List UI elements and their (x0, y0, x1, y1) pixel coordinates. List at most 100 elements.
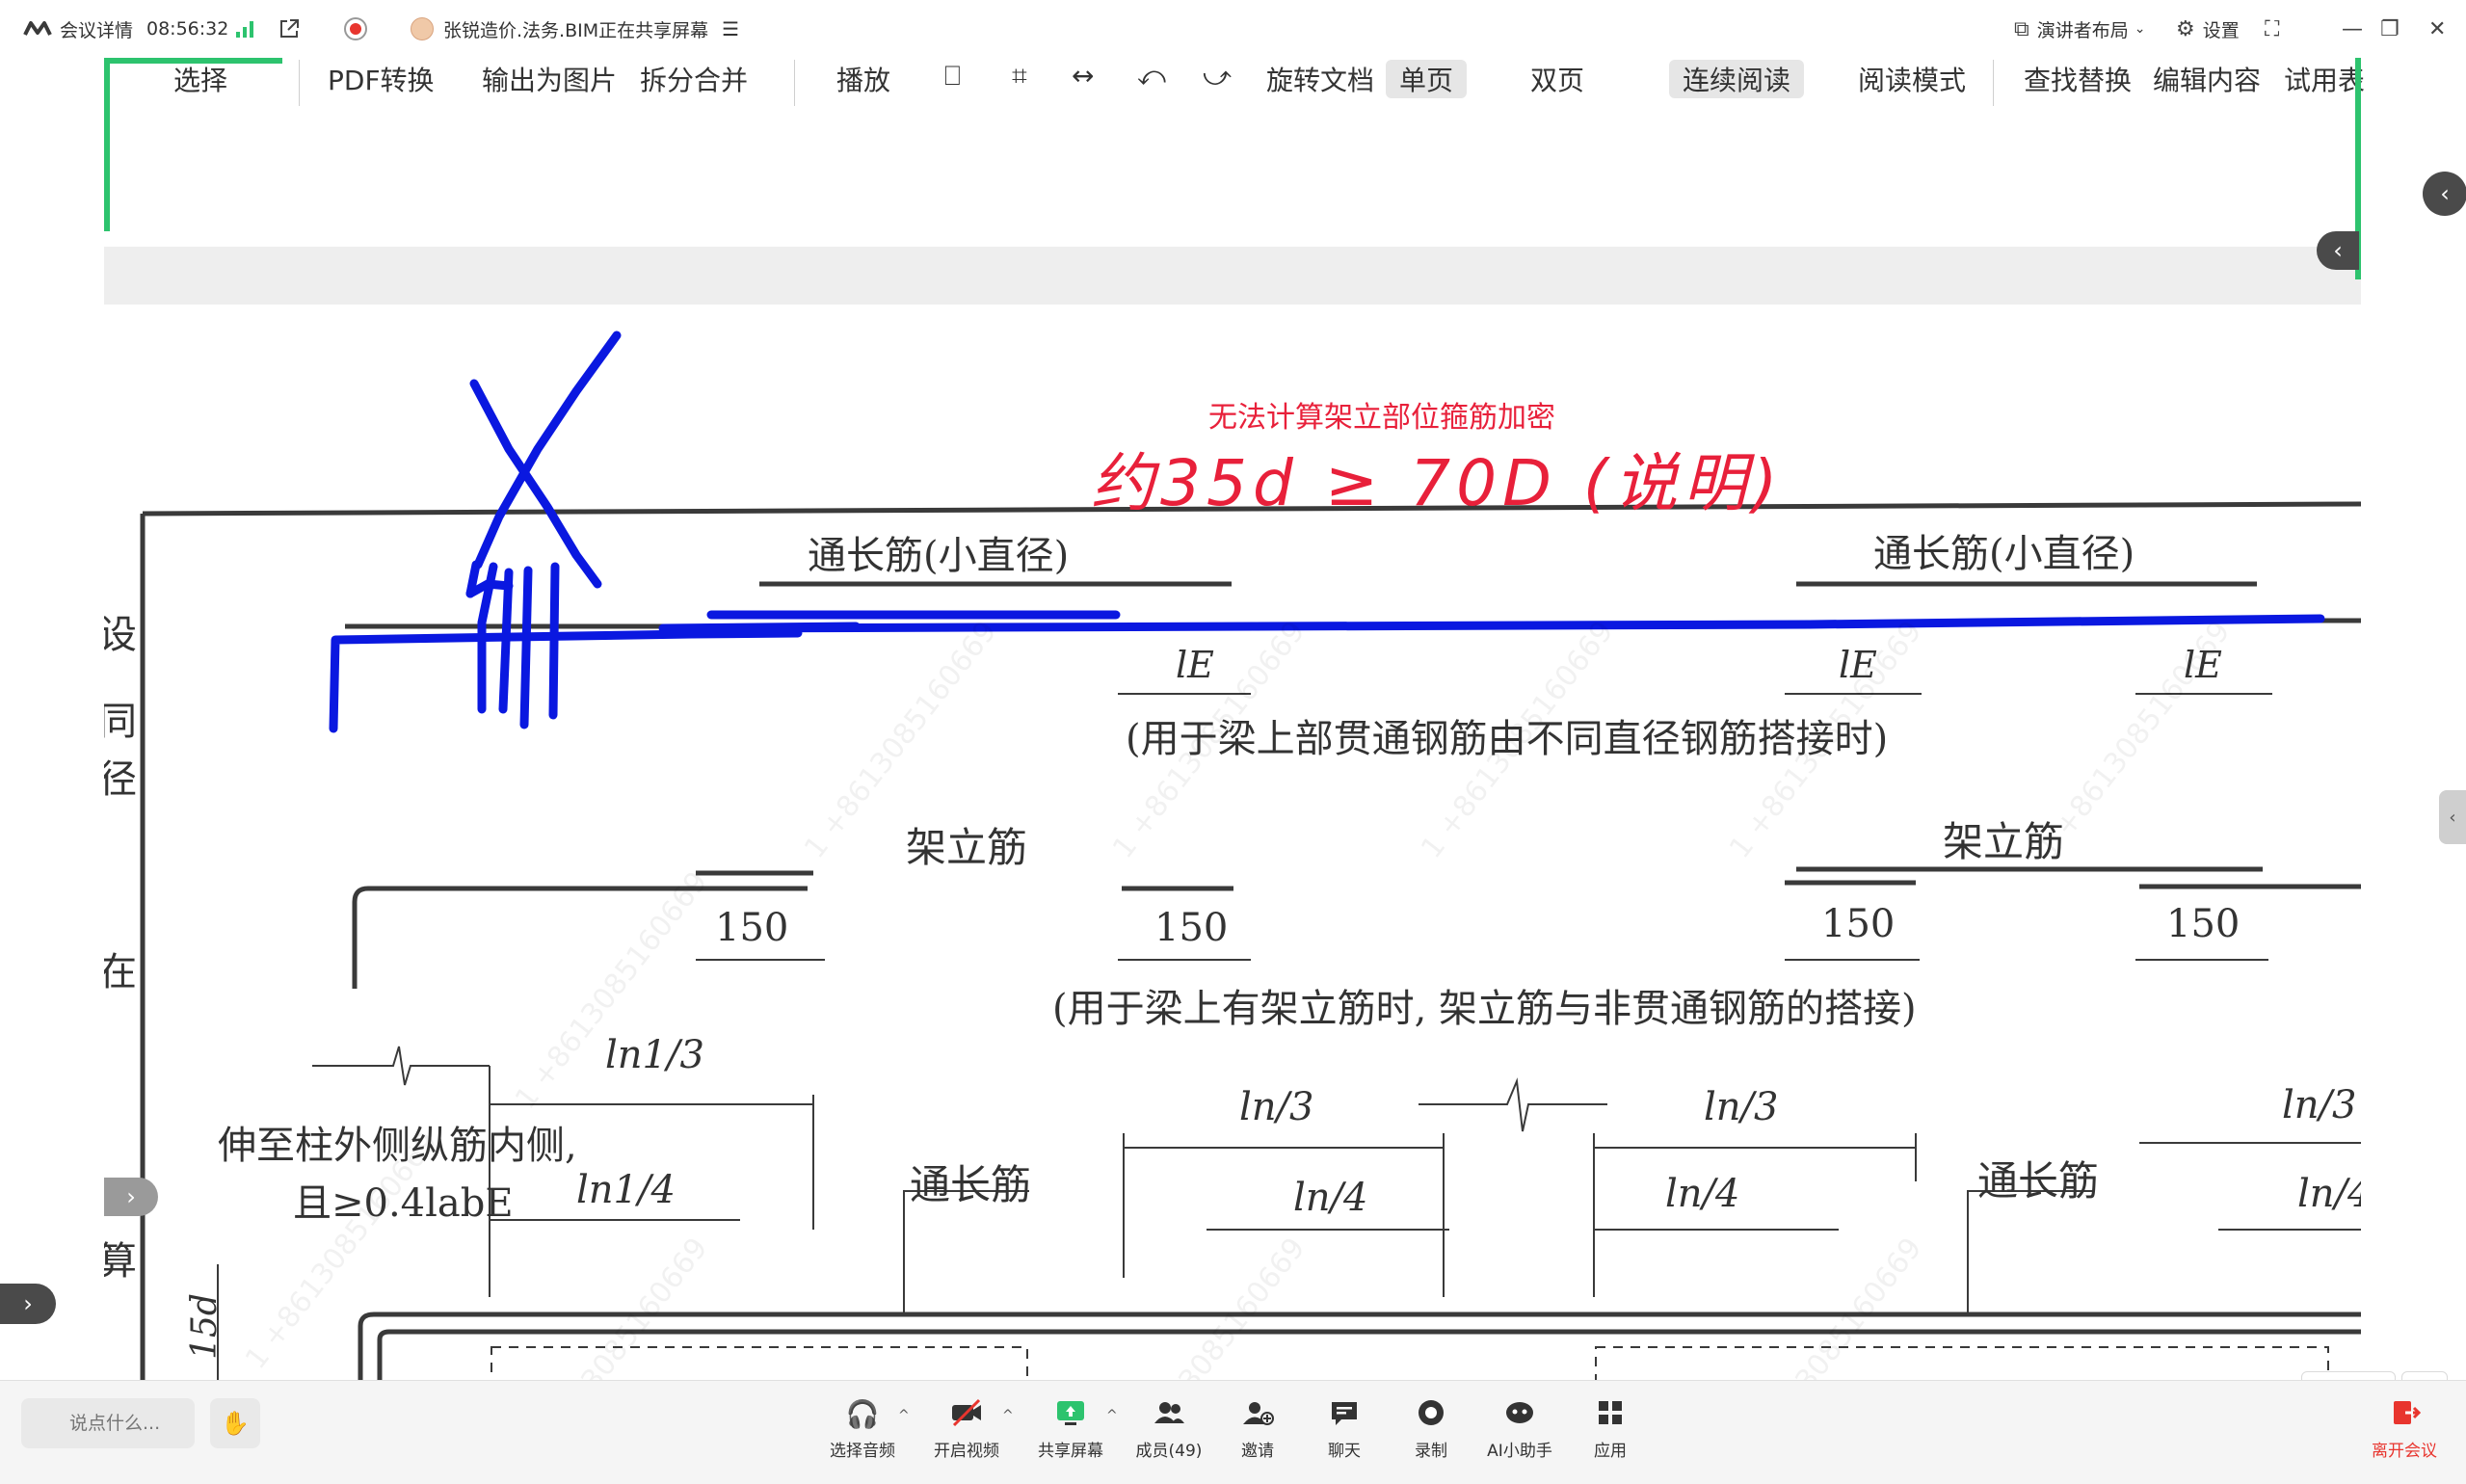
label-ln-4-c: ln/4 (2297, 1172, 2361, 1216)
pdf-side-panel-icon[interactable]: ‹ (2317, 231, 2359, 270)
label-ln1-4: ln1/4 (576, 1168, 676, 1212)
pdf-prev-panel-icon[interactable]: › (104, 1178, 158, 1216)
chevron-up-icon[interactable]: ^ (1002, 1408, 1014, 1423)
close-icon[interactable]: ✕ (2428, 0, 2453, 58)
popout-icon[interactable] (278, 0, 301, 58)
dashed-box-1 (491, 1346, 1028, 1380)
signal-icon[interactable] (235, 0, 256, 58)
members-button[interactable]: 成员(49) (1126, 1398, 1212, 1475)
red-note: 无法计算架立部位箍筋加密 (1208, 401, 1555, 435)
label-ln-3-a: ln/3 (1239, 1085, 1314, 1129)
toolbar-select[interactable]: 选择 (173, 60, 227, 98)
rebar-bottom-2 (377, 1329, 2361, 1380)
edge-char-2: 同 (104, 700, 137, 744)
label-ln-4-b: ln/4 (1665, 1172, 1740, 1216)
meeting-details-button[interactable]: 会议详情 (23, 0, 133, 58)
edge-char-1: 设 (104, 613, 137, 657)
label-15d: 15d (184, 1293, 225, 1360)
edge-char-4: 在 (104, 950, 137, 994)
blue-hatch-2 (498, 568, 514, 714)
dim-150-label-2: 150 (1154, 906, 1229, 950)
chat-label: 聊天 (1328, 1442, 1361, 1461)
toolbar-read-mode[interactable]: 阅读模式 (1858, 60, 1966, 98)
presenter-info[interactable]: 张锐造价.法务.BIM正在共享屏幕 ☰ (411, 0, 739, 58)
collapse-panel-icon[interactable]: ‹ (2423, 172, 2466, 216)
settings-button[interactable]: ⚙ 设置 (2176, 0, 2240, 58)
chevron-up-icon[interactable]: ^ (898, 1408, 910, 1423)
camera-off-icon (950, 1398, 983, 1431)
leave-meeting-label: 离开会议 (2372, 1442, 2437, 1461)
column-note-1: 伸至柱外侧纵筋内侧, (218, 1124, 577, 1168)
invite-label: 邀请 (1241, 1442, 1274, 1461)
caption-different-diameter: (用于梁上部贯通钢筋由不同直径钢筋搭接时) (1126, 717, 1889, 761)
apps-label: 应用 (1594, 1442, 1627, 1461)
title-bar: 会议详情 08:56:32 张锐造价.法务.BIM正在共享屏幕 ☰ ⧉ 演讲者布… (0, 0, 2466, 59)
chat-button[interactable]: 聊天 (1301, 1398, 1388, 1475)
label-frame-bar-2: 架立筋 (1943, 818, 2065, 865)
edge-char-5: 算 (104, 1239, 137, 1284)
chevron-up-icon[interactable]: ^ (1106, 1408, 1118, 1423)
share-screen-button[interactable]: 共享屏幕 (1027, 1398, 1114, 1475)
ai-assistant-button[interactable]: AI小助手 (1476, 1398, 1563, 1475)
dim-150-label-4: 150 (2166, 902, 2241, 946)
toolbar-rotate-doc[interactable]: 旋转文档 (1266, 60, 1374, 98)
meeting-details-label: 会议详情 (60, 19, 134, 41)
restore-icon[interactable]: ❐ (2380, 0, 2407, 58)
blue-x-2 (473, 331, 622, 570)
actual-size-icon[interactable]: ⎕ (944, 60, 961, 93)
minimize-icon[interactable]: — (2342, 0, 2371, 58)
label-ln-3-c: ln/3 (2282, 1083, 2357, 1127)
label-le-2: lE (1839, 644, 1877, 686)
rotate-right-icon[interactable]: ⤻ (1203, 60, 1232, 93)
fullscreen-icon[interactable]: ⛶ (2265, 0, 2287, 58)
label-le-1: lE (1176, 644, 1214, 686)
blue-stroke-3 (706, 614, 2325, 633)
toolbar-play[interactable]: 播放 (836, 60, 890, 98)
record-label: 录制 (1415, 1442, 1447, 1461)
raise-hand-icon[interactable]: ✋ (210, 1398, 260, 1448)
toolbar-pdf-convert[interactable]: PDF转换 (328, 60, 435, 98)
blue-stroke-1 (329, 628, 803, 733)
fit-page-icon[interactable]: ⌗ (1012, 60, 1027, 93)
red-handwriting: 约35d ≥ 70D (说明) (1091, 446, 1784, 520)
toolbar-find-replace[interactable]: 查找替换 (2024, 60, 2132, 98)
fit-width-icon[interactable]: ↔ (1072, 60, 1094, 92)
toolbar-split-merge[interactable]: 拆分合并 (640, 60, 748, 98)
video-label: 开启视频 (934, 1442, 999, 1461)
edge-char-3: 径 (104, 757, 137, 802)
recording-status-icon[interactable] (343, 0, 368, 58)
members-label: 成员(49) (1135, 1442, 1203, 1461)
toolbar-double-page[interactable]: 双页 (1530, 60, 1584, 98)
chat-input[interactable] (21, 1398, 195, 1448)
toolbar-edit-content[interactable]: 编辑内容 (2153, 60, 2261, 98)
toolbar-continuous[interactable]: 连续阅读 (1669, 60, 1805, 98)
audio-button[interactable]: 🎧 选择音频 (819, 1398, 906, 1475)
expand-left-icon[interactable]: › (0, 1284, 56, 1324)
break-line-left (312, 1046, 490, 1086)
label-le-3: lE (2184, 644, 2222, 686)
menu-icon[interactable]: ☰ (722, 17, 739, 40)
ai-assistant-icon (1503, 1398, 1536, 1431)
toolbar-single-page[interactable]: 单页 (1386, 60, 1468, 98)
video-button[interactable]: 开启视频 (923, 1398, 1010, 1475)
presenter-layout-button[interactable]: ⧉ 演讲者布局 ⌄ (2014, 0, 2145, 58)
toolbar-export-image[interactable]: 输出为图片 (482, 60, 617, 98)
meeting-clock: 08:56:32 (146, 18, 229, 40)
page-gap (104, 247, 2361, 305)
label-frame-bar-1: 架立筋 (906, 824, 1028, 871)
headset-icon: 🎧 (845, 1398, 880, 1430)
share-screen-label: 共享屏幕 (1038, 1442, 1103, 1461)
screen-share-icon (1054, 1398, 1087, 1431)
toolbar-trial[interactable]: 试用表 (2284, 60, 2365, 98)
right-drawer-handle-icon[interactable]: ‹ (2439, 790, 2466, 844)
rotate-left-icon[interactable]: ⤺ (1137, 60, 1166, 93)
leave-meeting-button[interactable]: 离开会议 (2361, 1398, 2448, 1475)
presenter-layout-label: 演讲者布局 (2036, 19, 2129, 41)
invite-button[interactable]: 邀请 (1214, 1398, 1301, 1475)
record-icon (1415, 1398, 1447, 1431)
apps-button[interactable]: 应用 (1567, 1398, 1654, 1475)
chevron-down-icon: ⌄ (2134, 21, 2146, 37)
record-button[interactable]: 录制 (1388, 1398, 1474, 1475)
leave-icon (2388, 1398, 2422, 1431)
apps-icon (1594, 1398, 1627, 1431)
